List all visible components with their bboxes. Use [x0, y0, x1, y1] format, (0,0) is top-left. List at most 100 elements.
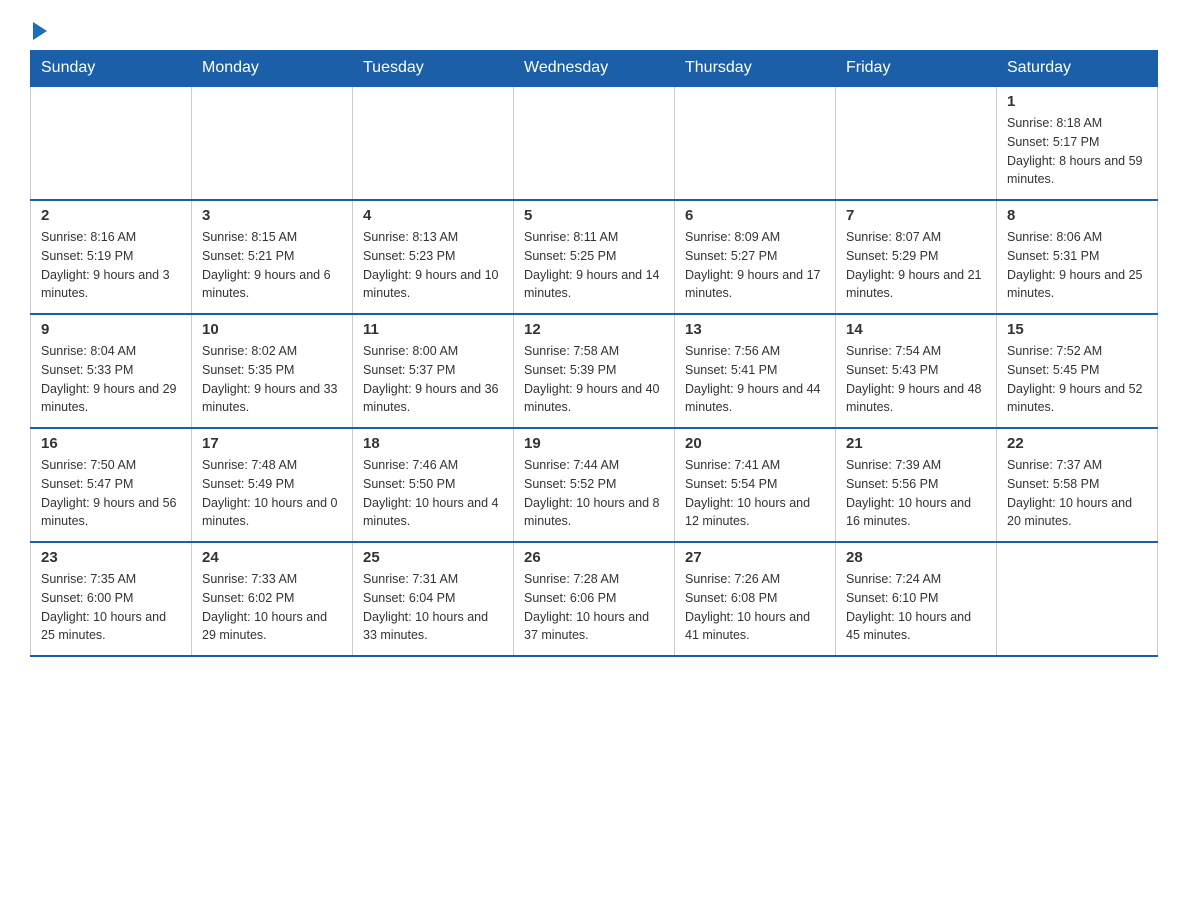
day-number: 1: [1007, 93, 1147, 110]
weekday-header-sunday: Sunday: [31, 51, 192, 87]
day-number: 3: [202, 207, 342, 224]
calendar-week-row: 23 Sunrise: 7:35 AMSunset: 6:00 PMDayligh…: [31, 542, 1158, 656]
day-number: 13: [685, 321, 825, 338]
day-info: Sunrise: 7:52 AMSunset: 5:45 PMDaylight:…: [1007, 342, 1147, 417]
day-info: Sunrise: 8:09 AMSunset: 5:27 PMDaylight:…: [685, 228, 825, 303]
calendar-cell: 8 Sunrise: 8:06 AMSunset: 5:31 PMDaylight…: [997, 200, 1158, 314]
day-info: Sunrise: 7:39 AMSunset: 5:56 PMDaylight:…: [846, 456, 986, 531]
calendar-cell: 12Sunrise: 7:58 AMSunset: 5:39 PMDayligh…: [514, 314, 675, 428]
day-info: Sunrise: 7:33 AMSunset: 6:02 PMDaylight:…: [202, 570, 342, 645]
day-number: 8: [1007, 207, 1147, 224]
day-number: 17: [202, 435, 342, 452]
day-number: 9: [41, 321, 181, 338]
logo: [30, 20, 47, 40]
calendar-cell: 19 Sunrise: 7:44 AMSunset: 5:52 PMDayligh…: [514, 428, 675, 542]
day-info: Sunrise: 8:18 AMSunset: 5:17 PMDaylight:…: [1007, 114, 1147, 189]
calendar-cell: [836, 86, 997, 200]
day-info: Sunrise: 7:44 AMSunset: 5:52 PMDaylight:…: [524, 456, 664, 531]
calendar-cell: 24 Sunrise: 7:33 AMSunset: 6:02 PMDayligh…: [192, 542, 353, 656]
calendar-cell: 25 Sunrise: 7:31 AMSunset: 6:04 PMDayligh…: [353, 542, 514, 656]
day-info: Sunrise: 7:46 AMSunset: 5:50 PMDaylight:…: [363, 456, 503, 531]
day-number: 11: [363, 321, 503, 338]
day-info: Sunrise: 8:11 AMSunset: 5:25 PMDaylight:…: [524, 228, 664, 303]
weekday-header-friday: Friday: [836, 51, 997, 87]
day-number: 14: [846, 321, 986, 338]
calendar-cell: [192, 86, 353, 200]
day-info: Sunrise: 8:07 AMSunset: 5:29 PMDaylight:…: [846, 228, 986, 303]
day-number: 22: [1007, 435, 1147, 452]
weekday-header-monday: Monday: [192, 51, 353, 87]
day-info: Sunrise: 7:26 AMSunset: 6:08 PMDaylight:…: [685, 570, 825, 645]
calendar-cell: [31, 86, 192, 200]
day-number: 27: [685, 549, 825, 566]
weekday-header-saturday: Saturday: [997, 51, 1158, 87]
calendar-cell: 22 Sunrise: 7:37 AMSunset: 5:58 PMDayligh…: [997, 428, 1158, 542]
day-number: 7: [846, 207, 986, 224]
calendar-cell: 18 Sunrise: 7:46 AMSunset: 5:50 PMDayligh…: [353, 428, 514, 542]
calendar-week-row: 9 Sunrise: 8:04 AMSunset: 5:33 PMDaylight…: [31, 314, 1158, 428]
day-number: 24: [202, 549, 342, 566]
day-info: Sunrise: 8:00 AMSunset: 5:37 PMDaylight:…: [363, 342, 503, 417]
calendar-header-row: SundayMondayTuesdayWednesdayThursdayFrid…: [31, 51, 1158, 87]
calendar-cell: 4 Sunrise: 8:13 AMSunset: 5:23 PMDaylight…: [353, 200, 514, 314]
day-number: 20: [685, 435, 825, 452]
day-number: 19: [524, 435, 664, 452]
calendar-cell: 10 Sunrise: 8:02 AMSunset: 5:35 PMDayligh…: [192, 314, 353, 428]
calendar-cell: 2 Sunrise: 8:16 AMSunset: 5:19 PMDaylight…: [31, 200, 192, 314]
day-number: 28: [846, 549, 986, 566]
day-info: Sunrise: 7:37 AMSunset: 5:58 PMDaylight:…: [1007, 456, 1147, 531]
day-info: Sunrise: 7:28 AMSunset: 6:06 PMDaylight:…: [524, 570, 664, 645]
day-number: 4: [363, 207, 503, 224]
calendar-week-row: 16 Sunrise: 7:50 AMSunset: 5:47 PMDayligh…: [31, 428, 1158, 542]
calendar-cell: 26 Sunrise: 7:28 AMSunset: 6:06 PMDayligh…: [514, 542, 675, 656]
day-info: Sunrise: 7:24 AMSunset: 6:10 PMDaylight:…: [846, 570, 986, 645]
calendar-cell: 6 Sunrise: 8:09 AMSunset: 5:27 PMDaylight…: [675, 200, 836, 314]
calendar-week-row: 1 Sunrise: 8:18 AMSunset: 5:17 PMDaylight…: [31, 86, 1158, 200]
calendar-cell: 15Sunrise: 7:52 AMSunset: 5:45 PMDayligh…: [997, 314, 1158, 428]
calendar-cell: 17 Sunrise: 7:48 AMSunset: 5:49 PMDayligh…: [192, 428, 353, 542]
day-info: Sunrise: 8:04 AMSunset: 5:33 PMDaylight:…: [41, 342, 181, 417]
calendar-cell: 16 Sunrise: 7:50 AMSunset: 5:47 PMDayligh…: [31, 428, 192, 542]
day-info: Sunrise: 8:13 AMSunset: 5:23 PMDaylight:…: [363, 228, 503, 303]
calendar-cell: 23 Sunrise: 7:35 AMSunset: 6:00 PMDayligh…: [31, 542, 192, 656]
calendar-week-row: 2 Sunrise: 8:16 AMSunset: 5:19 PMDaylight…: [31, 200, 1158, 314]
day-number: 16: [41, 435, 181, 452]
calendar-cell: 5 Sunrise: 8:11 AMSunset: 5:25 PMDaylight…: [514, 200, 675, 314]
day-number: 23: [41, 549, 181, 566]
weekday-header-wednesday: Wednesday: [514, 51, 675, 87]
day-info: Sunrise: 7:54 AMSunset: 5:43 PMDaylight:…: [846, 342, 986, 417]
day-info: Sunrise: 8:06 AMSunset: 5:31 PMDaylight:…: [1007, 228, 1147, 303]
calendar-table: SundayMondayTuesdayWednesdayThursdayFrid…: [30, 50, 1158, 657]
day-info: Sunrise: 7:58 AMSunset: 5:39 PMDaylight:…: [524, 342, 664, 417]
logo-arrow-icon: [33, 22, 47, 40]
calendar-cell: [675, 86, 836, 200]
weekday-header-tuesday: Tuesday: [353, 51, 514, 87]
day-number: 25: [363, 549, 503, 566]
day-number: 5: [524, 207, 664, 224]
day-info: Sunrise: 7:50 AMSunset: 5:47 PMDaylight:…: [41, 456, 181, 531]
page-header: [30, 20, 1158, 40]
calendar-cell: [353, 86, 514, 200]
day-number: 6: [685, 207, 825, 224]
day-info: Sunrise: 8:16 AMSunset: 5:19 PMDaylight:…: [41, 228, 181, 303]
day-info: Sunrise: 7:35 AMSunset: 6:00 PMDaylight:…: [41, 570, 181, 645]
day-info: Sunrise: 8:15 AMSunset: 5:21 PMDaylight:…: [202, 228, 342, 303]
calendar-cell: 28 Sunrise: 7:24 AMSunset: 6:10 PMDayligh…: [836, 542, 997, 656]
calendar-cell: 7 Sunrise: 8:07 AMSunset: 5:29 PMDaylight…: [836, 200, 997, 314]
calendar-cell: 3 Sunrise: 8:15 AMSunset: 5:21 PMDaylight…: [192, 200, 353, 314]
calendar-cell: [997, 542, 1158, 656]
day-info: Sunrise: 8:02 AMSunset: 5:35 PMDaylight:…: [202, 342, 342, 417]
weekday-header-thursday: Thursday: [675, 51, 836, 87]
day-number: 18: [363, 435, 503, 452]
day-number: 2: [41, 207, 181, 224]
day-info: Sunrise: 7:31 AMSunset: 6:04 PMDaylight:…: [363, 570, 503, 645]
day-info: Sunrise: 7:56 AMSunset: 5:41 PMDaylight:…: [685, 342, 825, 417]
day-number: 10: [202, 321, 342, 338]
calendar-cell: 1 Sunrise: 8:18 AMSunset: 5:17 PMDaylight…: [997, 86, 1158, 200]
calendar-cell: 14 Sunrise: 7:54 AMSunset: 5:43 PMDayligh…: [836, 314, 997, 428]
day-number: 26: [524, 549, 664, 566]
day-info: Sunrise: 7:41 AMSunset: 5:54 PMDaylight:…: [685, 456, 825, 531]
day-info: Sunrise: 7:48 AMSunset: 5:49 PMDaylight:…: [202, 456, 342, 531]
calendar-cell: 13 Sunrise: 7:56 AMSunset: 5:41 PMDayligh…: [675, 314, 836, 428]
day-number: 21: [846, 435, 986, 452]
